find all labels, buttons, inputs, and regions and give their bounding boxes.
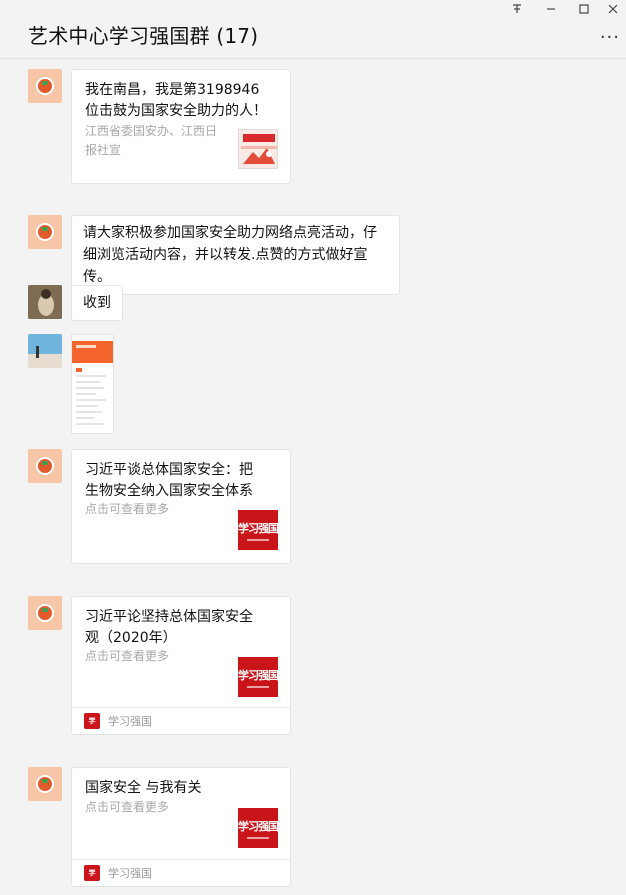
avatar[interactable] (28, 767, 62, 801)
text-message[interactable]: 请大家积极参加国家安全助力网络点亮活动，仔细浏览活动内容，并以转发.点赞的方式做… (71, 215, 400, 295)
xuexi-thumbnail: 学习强国 (238, 808, 279, 848)
card-title: 习近平论坚持总体国家安全观（2020年） (85, 609, 253, 646)
source-label: 学习强国 (108, 715, 152, 728)
link-card[interactable]: 习近平谈总体国家安全：把生物安全纳入国家安全体系 点击可查看更多 学习强国 (71, 449, 291, 564)
xuexi-app-icon: 学 (84, 713, 100, 729)
link-card[interactable]: 习近平论坚持总体国家安全观（2020年） 点击可查看更多 学习强国 学 学习强国 (71, 596, 291, 735)
card-description: 点击可查看更多 (85, 800, 170, 814)
maximize-icon[interactable] (569, 0, 599, 22)
close-icon[interactable] (598, 0, 626, 22)
source-label: 学习强国 (108, 867, 152, 880)
link-card[interactable]: 我在南昌，我是第3198946位击鼓为国家安全助力的人！ 江西省委国安办、江西日… (71, 69, 291, 184)
link-card[interactable]: 国家安全 与我有关 点击可查看更多 学习强国 学 学习强国 (71, 767, 291, 887)
thumbnail-logo-text: 学习强国 (238, 819, 279, 833)
avatar[interactable] (28, 449, 62, 483)
xuexi-thumbnail: 学习强国 (238, 510, 279, 550)
pin-icon[interactable] (502, 0, 532, 22)
avatar[interactable] (28, 334, 62, 368)
news-thumbnail (238, 129, 278, 169)
avatar[interactable] (28, 215, 62, 249)
text-message[interactable]: 收到 (71, 285, 123, 321)
xuexi-app-icon: 学 (84, 865, 100, 881)
avatar[interactable] (28, 596, 62, 630)
avatar[interactable] (28, 69, 62, 103)
minimize-icon[interactable] (536, 0, 566, 22)
card-description: 点击可查看更多 (85, 502, 170, 516)
card-title: 国家安全 与我有关 (85, 780, 202, 796)
chat-title: 艺术中心学习强国群 (17) (28, 24, 259, 48)
card-description: 江西省委国安办、江西日报社宣 (85, 124, 218, 157)
card-title: 我在南昌，我是第3198946位击鼓为国家安全助力的人！ (85, 82, 267, 119)
more-options-icon[interactable]: ··· (600, 27, 620, 48)
card-source: 学 学习强国 (72, 707, 290, 734)
image-message[interactable] (71, 334, 114, 434)
card-title: 习近平谈总体国家安全：把生物安全纳入国家安全体系 (85, 462, 253, 499)
avatar[interactable] (28, 285, 62, 319)
title-bar: 艺术中心学习强国群 (17) ··· (0, 0, 626, 59)
xuexi-thumbnail: 学习强国 (238, 657, 279, 697)
card-source: 学 学习强国 (72, 859, 290, 886)
thumbnail-logo-text: 学习强国 (238, 521, 279, 535)
thumbnail-logo-text: 学习强国 (238, 668, 279, 682)
card-description: 点击可查看更多 (85, 649, 170, 663)
